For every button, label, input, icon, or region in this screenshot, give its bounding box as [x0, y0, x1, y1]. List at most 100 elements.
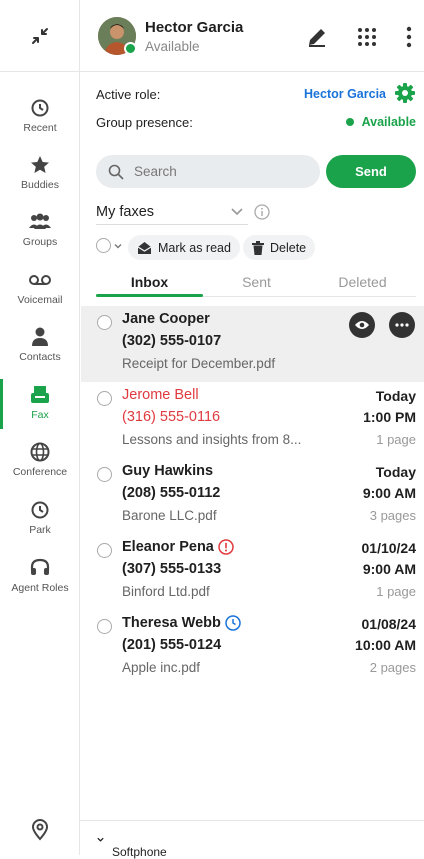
- search-box: [96, 155, 320, 188]
- dialpad-button[interactable]: [354, 24, 380, 50]
- search-input[interactable]: [132, 163, 292, 180]
- fax-row[interactable]: Jane Cooper (302) 555-0107 Receipt for D…: [81, 306, 424, 382]
- fax-row[interactable]: Theresa Webb (201) 555-0124 Apple inc.pd…: [81, 610, 424, 686]
- rail-label: Agent Roles: [11, 582, 69, 594]
- view-button[interactable]: [349, 312, 375, 338]
- compose-button[interactable]: [304, 24, 330, 50]
- fax-pages: 1 page: [376, 432, 416, 447]
- voicemail-icon: [29, 275, 51, 285]
- star-icon: [31, 156, 49, 173]
- trash-icon: [252, 240, 264, 255]
- people-icon: [29, 213, 51, 229]
- row-more-button[interactable]: [389, 312, 415, 338]
- send-button[interactable]: Send: [326, 155, 416, 188]
- rail-item-park[interactable]: Park: [0, 498, 80, 536]
- error-icon: [218, 539, 234, 555]
- row-checkbox[interactable]: [97, 467, 112, 482]
- headset-icon: [30, 558, 50, 575]
- select-all-checkbox[interactable]: [96, 238, 123, 253]
- pending-clock-icon: [225, 615, 241, 631]
- role-settings-button[interactable]: [394, 82, 416, 109]
- fax-phone: (316) 555-0116: [122, 409, 221, 425]
- fax-row[interactable]: Guy Hawkins (208) 555-0112 Barone LLC.pd…: [81, 458, 424, 534]
- more-menu-button[interactable]: [396, 24, 422, 50]
- fax-phone: (302) 555-0107: [122, 333, 222, 349]
- row-checkbox[interactable]: [97, 619, 112, 634]
- fax-sender: Theresa Webb: [122, 615, 241, 631]
- fax-file-name: Binford Ltd.pdf: [122, 584, 210, 599]
- fax-row[interactable]: Jerome Bell (316) 555-0116 Lessons and i…: [81, 382, 424, 458]
- tab-sent[interactable]: Sent: [203, 274, 310, 290]
- active-role-label: Active role:: [96, 87, 161, 102]
- left-rail: Recent Buddies Groups Voicemail Contacts…: [0, 0, 80, 855]
- clock-icon: [31, 99, 49, 117]
- delete-label: Delete: [270, 240, 307, 255]
- select-all-circle: [96, 238, 111, 253]
- row-checkbox[interactable]: [97, 315, 112, 330]
- group-presence-value: Available: [361, 115, 416, 129]
- fax-date: Today: [375, 388, 416, 404]
- fax-time: 10:00 AM: [355, 637, 416, 653]
- row-checkbox[interactable]: [97, 391, 112, 406]
- mark-as-read-button[interactable]: Mark as read: [128, 235, 240, 260]
- fax-date: 01/10/24: [361, 540, 417, 556]
- fax-sender-name: Theresa Webb: [122, 615, 221, 631]
- rail-item-fax[interactable]: Fax: [0, 383, 80, 421]
- fax-sender-name: Eleanor Pena: [122, 539, 214, 555]
- rail-item-groups[interactable]: Groups: [0, 210, 80, 248]
- rail-label: Groups: [22, 236, 58, 248]
- more-vertical-icon: [406, 26, 412, 48]
- pen-icon: [309, 29, 325, 47]
- rail-item-contacts[interactable]: Contacts: [0, 325, 80, 363]
- location-button[interactable]: [30, 819, 50, 846]
- chevron-down-icon: [97, 837, 104, 842]
- fax-icon: [31, 386, 49, 403]
- rail-label: Recent: [23, 122, 57, 134]
- dialpad-icon: [358, 28, 376, 46]
- fax-sender-name: Guy Hawkins: [122, 463, 214, 479]
- location-pin-icon: [31, 819, 49, 841]
- fax-sender-name: Jane Cooper: [122, 311, 210, 327]
- tab-deleted[interactable]: Deleted: [309, 274, 416, 290]
- rail-item-conference[interactable]: Conference: [0, 440, 80, 478]
- globe-icon: [30, 442, 50, 462]
- fax-file-name: Apple inc.pdf: [122, 660, 201, 675]
- fax-file-name: Lessons and insights from 8...: [122, 432, 302, 447]
- eye-icon: [355, 321, 369, 329]
- delete-button[interactable]: Delete: [243, 235, 316, 260]
- info-icon[interactable]: [254, 204, 270, 220]
- user-name: Hector Garcia: [145, 19, 244, 36]
- tab-inbox[interactable]: Inbox: [96, 274, 203, 290]
- rail-label: Voicemail: [17, 294, 63, 306]
- rail-item-agent-roles[interactable]: Agent Roles: [0, 556, 80, 594]
- rail-item-voicemail[interactable]: Voicemail: [0, 268, 80, 306]
- fax-sender: Eleanor Pena: [122, 539, 234, 555]
- active-role-link[interactable]: Hector Garcia: [304, 87, 386, 101]
- fax-sender-name: Jerome Bell: [122, 387, 199, 403]
- group-presence-label: Group presence:: [96, 115, 193, 130]
- rail-label: Contacts: [19, 351, 61, 363]
- fax-selector[interactable]: My faxes: [96, 199, 248, 225]
- presence-dot: [124, 42, 137, 55]
- fax-time: 9:00 AM: [362, 485, 416, 501]
- fax-row[interactable]: Eleanor Pena (307) 555-0133 Binford Ltd.…: [81, 534, 424, 610]
- fax-time: 1:00 PM: [363, 409, 416, 425]
- rail-item-recent[interactable]: Recent: [0, 96, 80, 134]
- tab-active-underline: [96, 294, 203, 297]
- group-presence-status[interactable]: Available: [345, 115, 416, 129]
- open-envelope-icon: [137, 241, 152, 254]
- person-icon: [32, 327, 48, 346]
- softphone-bar: Softphone: [80, 820, 424, 859]
- collapse-button[interactable]: [0, 0, 79, 72]
- rail-label: Fax: [31, 409, 49, 421]
- rail-label: Buddies: [21, 179, 59, 191]
- fax-pages: 2 pages: [369, 660, 416, 675]
- fax-file-name: Receipt for December.pdf: [122, 356, 276, 371]
- rail-item-buddies[interactable]: Buddies: [0, 153, 80, 191]
- fax-phone: (307) 555-0133: [122, 561, 222, 577]
- softphone-selector[interactable]: Softphone: [96, 833, 167, 859]
- fax-pages: 3 pages: [369, 508, 416, 523]
- row-checkbox[interactable]: [97, 543, 112, 558]
- header: Hector Garcia Available: [80, 0, 424, 72]
- rail-label: Park: [29, 524, 51, 536]
